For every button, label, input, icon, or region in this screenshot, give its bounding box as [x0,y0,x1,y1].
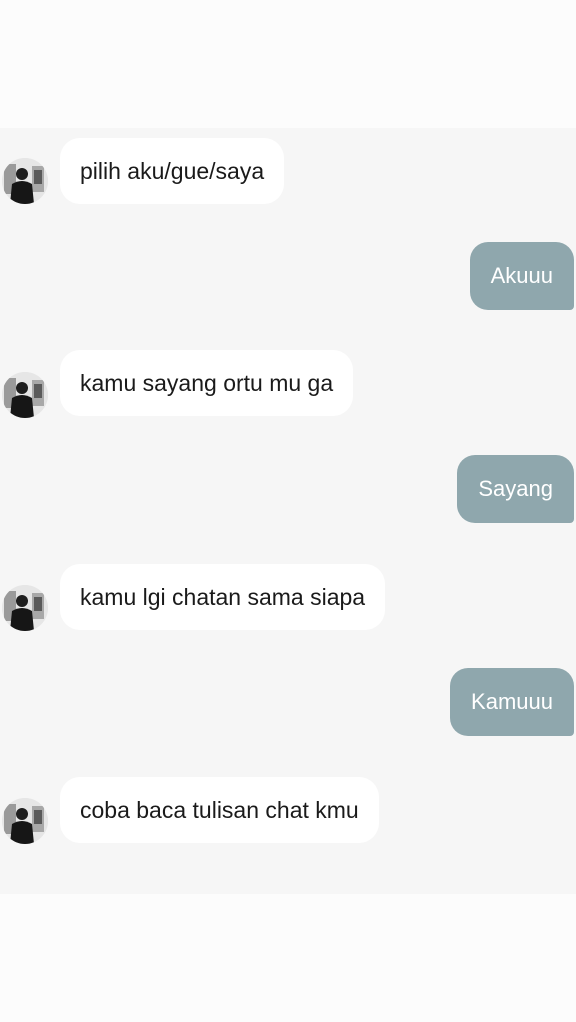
chat-screen: pilih aku/gue/saya Akuuu kamu sayang ort… [0,0,576,1022]
outgoing-message[interactable]: Kamuuu [450,668,574,736]
contact-avatar-icon[interactable] [2,158,48,204]
incoming-message[interactable]: kamu lgi chatan sama siapa [60,564,386,630]
contact-avatar-icon[interactable] [2,372,48,418]
outgoing-message[interactable]: Sayang [457,455,574,523]
incoming-message[interactable]: kamu sayang ortu mu ga [60,350,354,416]
top-blank-area [0,0,576,128]
contact-avatar-icon[interactable] [2,585,48,631]
bottom-blank-area [0,894,576,1022]
incoming-message[interactable]: coba baca tulisan chat kmu [60,777,379,843]
incoming-message[interactable]: pilih aku/gue/saya [60,138,285,204]
chat-thread[interactable]: pilih aku/gue/saya Akuuu kamu sayang ort… [0,128,576,894]
contact-avatar-icon[interactable] [2,798,48,844]
outgoing-message[interactable]: Akuuu [469,242,574,310]
